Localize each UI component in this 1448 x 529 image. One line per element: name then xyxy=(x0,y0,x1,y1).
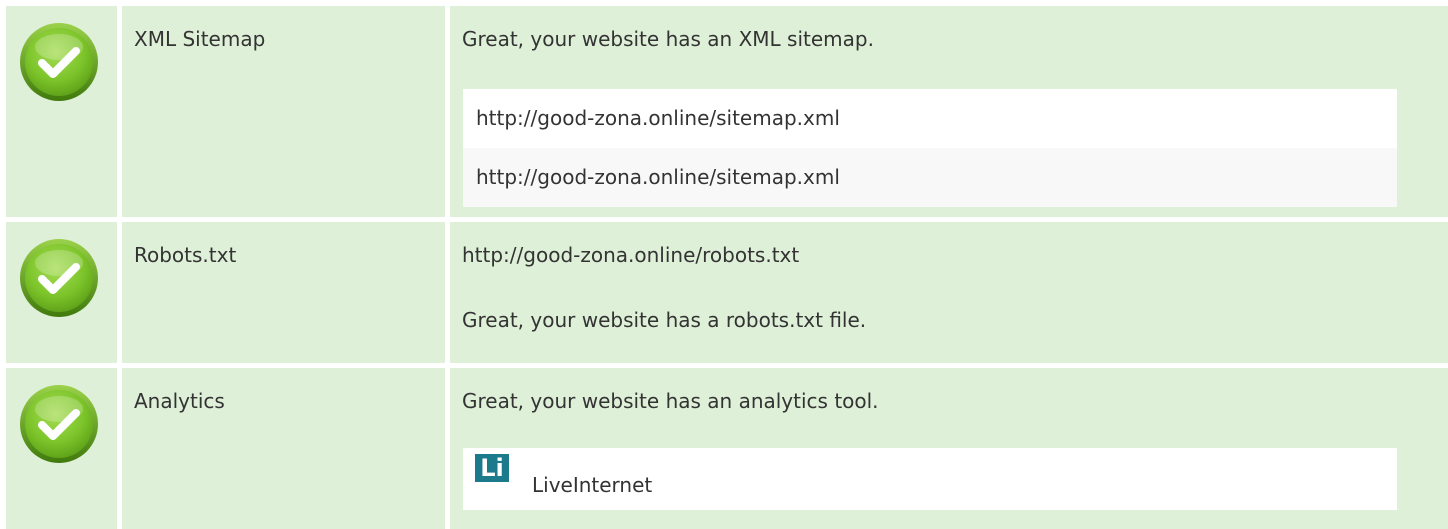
results-table: XML Sitemap Great, your website has an X… xyxy=(0,0,1448,529)
robots-url: http://good-zona.online/robots.txt xyxy=(462,243,800,267)
row-label: XML Sitemap xyxy=(134,27,266,51)
analytics-tool-item: Li LiveInternet xyxy=(463,448,1397,510)
list-item: http://good-zona.online/sitemap.xml xyxy=(463,89,1397,148)
table-row-analytics: Analytics Great, your website has an ana… xyxy=(0,368,1448,529)
check-circle-icon xyxy=(20,23,98,101)
status-cell xyxy=(6,6,117,217)
content-cell: http://good-zona.online/robots.txt Great… xyxy=(450,222,1448,363)
label-cell: Analytics xyxy=(122,368,445,529)
content-cell: Great, your website has an analytics too… xyxy=(450,368,1448,529)
check-circle-icon xyxy=(20,385,98,463)
label-cell: Robots.txt xyxy=(122,222,445,363)
sitemap-url-list: http://good-zona.online/sitemap.xml http… xyxy=(463,89,1397,207)
list-item: http://good-zona.online/sitemap.xml xyxy=(463,148,1397,207)
status-cell xyxy=(6,222,117,363)
analytics-tool-name: LiveInternet xyxy=(532,473,653,497)
result-message: Great, your website has an XML sitemap. xyxy=(462,27,874,51)
liveinternet-logo-icon: Li xyxy=(475,454,509,482)
result-message: Great, your website has a robots.txt fil… xyxy=(462,308,867,332)
table-row-robots-txt: Robots.txt http://good-zona.online/robot… xyxy=(0,222,1448,363)
label-cell: XML Sitemap xyxy=(122,6,445,217)
result-message: Great, your website has an analytics too… xyxy=(462,389,879,413)
table-row-xml-sitemap: XML Sitemap Great, your website has an X… xyxy=(0,6,1448,217)
content-cell: Great, your website has an XML sitemap. … xyxy=(450,6,1448,217)
row-label: Robots.txt xyxy=(134,243,237,267)
check-circle-icon xyxy=(20,239,98,317)
status-cell xyxy=(6,368,117,529)
row-label: Analytics xyxy=(134,389,225,413)
